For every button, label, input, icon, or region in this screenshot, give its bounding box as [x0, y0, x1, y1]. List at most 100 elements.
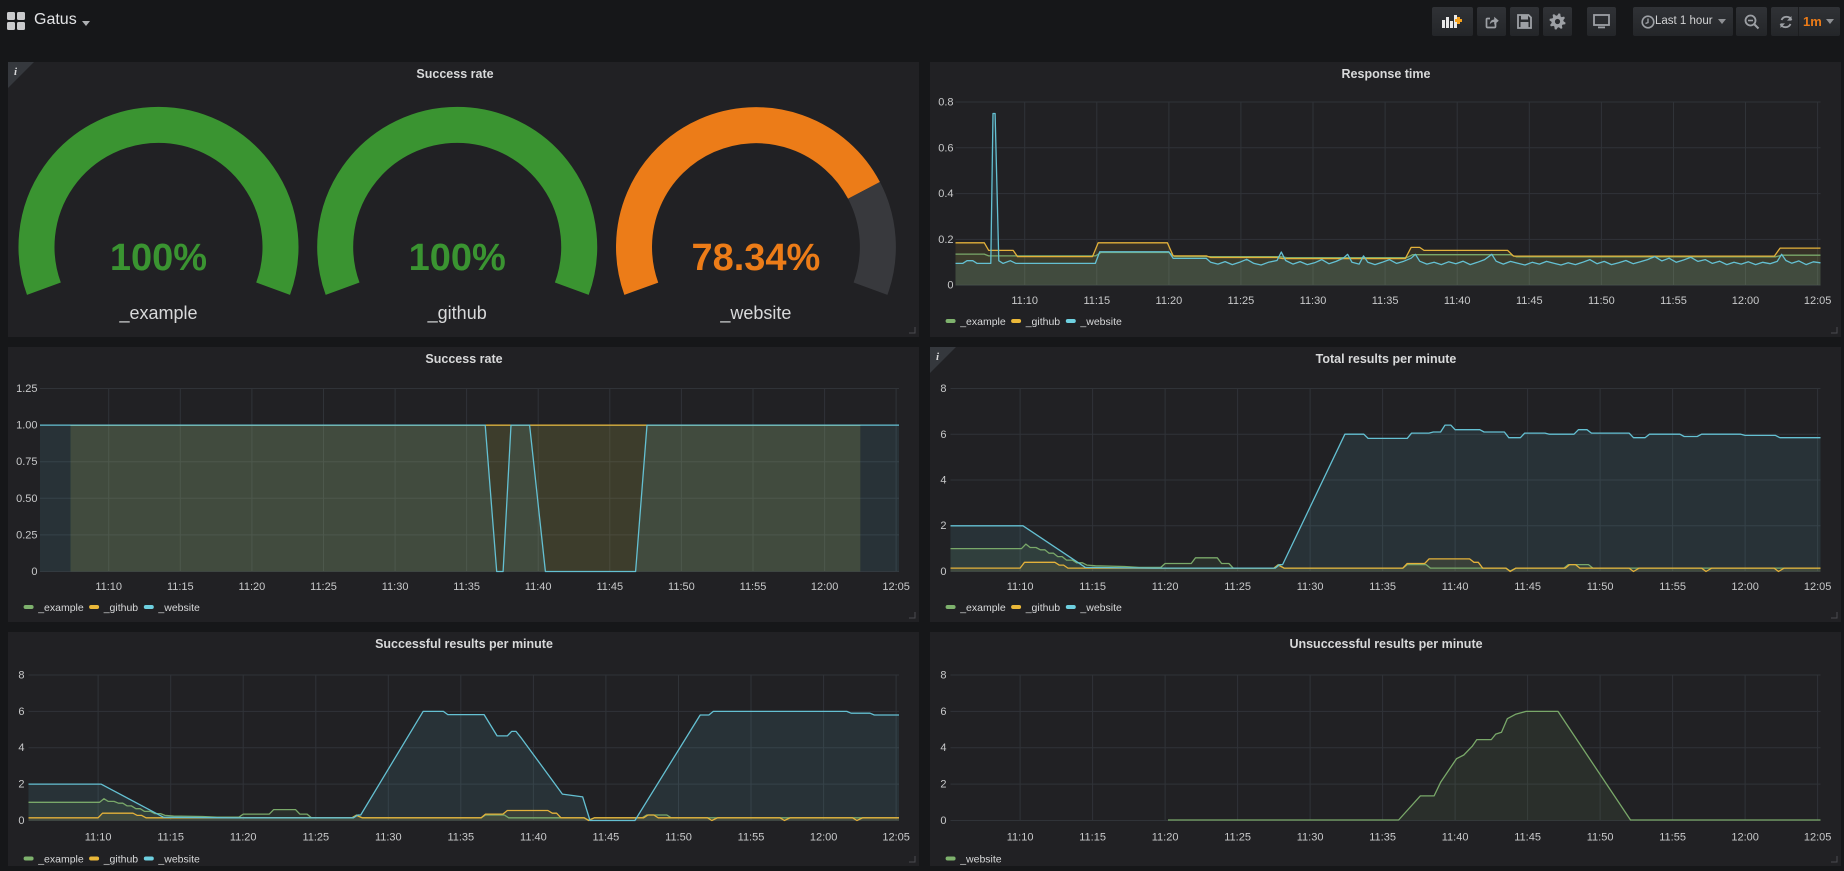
svg-text:11:30: 11:30 — [382, 581, 409, 593]
svg-text:11:10: 11:10 — [85, 832, 112, 844]
svg-text:Successful results per minute: Successful results per minute — [375, 637, 553, 651]
svg-text:12:00: 12:00 — [1731, 581, 1759, 593]
svg-text:11:15: 11:15 — [1079, 581, 1106, 593]
svg-text:_website: _website — [157, 602, 200, 614]
svg-text:0: 0 — [31, 566, 37, 578]
svg-text:_website: _website — [719, 303, 791, 324]
svg-text:_github: _github — [103, 854, 139, 866]
svg-text:12:00: 12:00 — [810, 832, 838, 844]
svg-text:11:55: 11:55 — [738, 832, 765, 844]
svg-text:11:30: 11:30 — [1297, 832, 1324, 844]
svg-text:11:50: 11:50 — [665, 832, 692, 844]
svg-text:_example: _example — [959, 316, 1006, 328]
svg-text:100%: 100% — [110, 237, 207, 279]
svg-text:0: 0 — [940, 566, 946, 578]
svg-text:Success rate: Success rate — [416, 67, 493, 81]
svg-text:_website: _website — [959, 854, 1002, 866]
svg-text:11:40: 11:40 — [1442, 581, 1469, 593]
svg-text:0.50: 0.50 — [16, 493, 37, 505]
svg-text:_example: _example — [118, 303, 197, 324]
svg-text:12:05: 12:05 — [1804, 295, 1832, 307]
svg-text:8: 8 — [18, 670, 24, 682]
svg-text:11:35: 11:35 — [1369, 581, 1396, 593]
svg-text:2: 2 — [940, 779, 946, 791]
svg-text:11:25: 11:25 — [1224, 832, 1251, 844]
svg-text:11:55: 11:55 — [740, 581, 767, 593]
svg-text:11:45: 11:45 — [1516, 295, 1543, 307]
svg-text:11:10: 11:10 — [95, 581, 122, 593]
svg-text:12:05: 12:05 — [1804, 581, 1832, 593]
svg-text:0: 0 — [940, 815, 946, 827]
svg-text:Success rate: Success rate — [425, 352, 502, 366]
svg-text:11:30: 11:30 — [375, 832, 402, 844]
svg-text:11:15: 11:15 — [167, 581, 194, 593]
svg-text:11:35: 11:35 — [447, 832, 474, 844]
svg-text:11:45: 11:45 — [1514, 832, 1541, 844]
svg-text:4: 4 — [940, 742, 946, 754]
svg-text:11:45: 11:45 — [1514, 581, 1541, 593]
svg-text:11:50: 11:50 — [668, 581, 695, 593]
svg-text:12:05: 12:05 — [882, 581, 910, 593]
svg-text:11:20: 11:20 — [1152, 832, 1179, 844]
svg-text:0.2: 0.2 — [938, 234, 953, 246]
svg-text:11:10: 11:10 — [1007, 832, 1034, 844]
svg-text:Response time: Response time — [1342, 67, 1431, 81]
svg-text:11:55: 11:55 — [1659, 832, 1686, 844]
svg-text:11:55: 11:55 — [1659, 581, 1686, 593]
svg-text:11:30: 11:30 — [1300, 295, 1327, 307]
svg-text:78.34%: 78.34% — [691, 237, 820, 279]
svg-text:11:40: 11:40 — [1442, 832, 1469, 844]
svg-text:0.6: 0.6 — [938, 142, 953, 154]
svg-text:11:20: 11:20 — [1152, 581, 1179, 593]
svg-text:12:00: 12:00 — [1732, 295, 1760, 307]
svg-text:11:20: 11:20 — [1156, 295, 1183, 307]
svg-text:11:25: 11:25 — [1228, 295, 1255, 307]
svg-text:11:25: 11:25 — [1224, 581, 1251, 593]
svg-text:11:40: 11:40 — [525, 581, 552, 593]
svg-text:2: 2 — [940, 520, 946, 532]
svg-text:11:40: 11:40 — [1444, 295, 1471, 307]
svg-text:11:55: 11:55 — [1660, 295, 1687, 307]
svg-text:11:10: 11:10 — [1011, 295, 1038, 307]
svg-text:12:00: 12:00 — [811, 581, 839, 593]
svg-text:0.8: 0.8 — [938, 97, 953, 109]
svg-text:6: 6 — [940, 706, 946, 718]
svg-text:2: 2 — [18, 779, 24, 791]
svg-text:4: 4 — [18, 742, 24, 754]
svg-text:0: 0 — [18, 815, 24, 827]
svg-text:_github: _github — [427, 303, 487, 324]
svg-text:11:35: 11:35 — [1372, 295, 1399, 307]
svg-text:11:15: 11:15 — [1079, 832, 1106, 844]
svg-text:11:25: 11:25 — [310, 581, 337, 593]
svg-text:8: 8 — [940, 383, 946, 395]
svg-text:11:30: 11:30 — [1297, 581, 1324, 593]
svg-text:11:50: 11:50 — [1587, 832, 1614, 844]
svg-text:6: 6 — [18, 706, 24, 718]
svg-text:11:35: 11:35 — [453, 581, 480, 593]
svg-text:11:35: 11:35 — [1369, 832, 1396, 844]
svg-text:11:20: 11:20 — [239, 581, 266, 593]
svg-text:_github: _github — [1025, 316, 1061, 328]
svg-text:Unsuccessful results per minut: Unsuccessful results per minute — [1289, 637, 1482, 651]
svg-text:11:10: 11:10 — [1007, 581, 1034, 593]
svg-text:_example: _example — [959, 602, 1006, 614]
svg-text:100%: 100% — [409, 237, 506, 279]
svg-text:1.25: 1.25 — [16, 383, 37, 395]
svg-text:_website: _website — [157, 854, 200, 866]
svg-text:11:25: 11:25 — [302, 832, 329, 844]
svg-text:12:05: 12:05 — [882, 832, 910, 844]
svg-text:_website: _website — [1079, 316, 1122, 328]
svg-text:6: 6 — [940, 429, 946, 441]
svg-text:11:15: 11:15 — [157, 832, 184, 844]
svg-text:11:50: 11:50 — [1588, 295, 1615, 307]
svg-text:_example: _example — [37, 854, 84, 866]
svg-text:12:00: 12:00 — [1731, 832, 1759, 844]
svg-text:11:15: 11:15 — [1083, 295, 1110, 307]
svg-text:8: 8 — [940, 670, 946, 682]
svg-text:_github: _github — [103, 602, 139, 614]
svg-text:0.75: 0.75 — [16, 456, 37, 468]
svg-text:11:45: 11:45 — [596, 581, 623, 593]
svg-text:12:05: 12:05 — [1804, 832, 1832, 844]
svg-text:_example: _example — [37, 602, 84, 614]
svg-text:0.4: 0.4 — [938, 188, 953, 200]
